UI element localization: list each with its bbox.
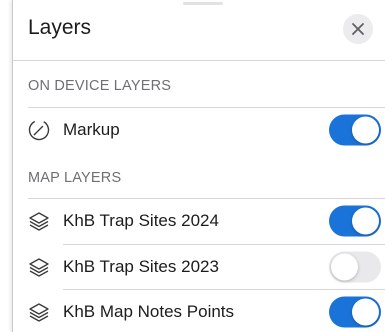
- layers-stack-icon: [29, 212, 49, 231]
- layer-toggle-markup[interactable]: [329, 114, 381, 146]
- layer-label: KhB Trap Sites 2024: [63, 211, 219, 230]
- layer-label: Markup: [63, 120, 120, 139]
- panel-header: Layers: [13, 0, 385, 60]
- layer-toggle-trap-sites-2023[interactable]: [329, 251, 381, 283]
- layers-stack-icon: [29, 303, 49, 322]
- divider: [13, 60, 385, 61]
- panel-title: Layers: [28, 16, 92, 39]
- layers-panel: Layers ON DEVICE LAYERS Markup MAP LAYER…: [12, 0, 385, 332]
- section-header-map: MAP LAYERS: [28, 170, 122, 186]
- close-button[interactable]: [343, 14, 373, 44]
- toggle-knob: [352, 298, 379, 326]
- toggle-knob: [331, 253, 358, 281]
- layer-row-markup[interactable]: Markup: [13, 108, 385, 152]
- layer-row-trap-sites-2024[interactable]: KhB Trap Sites 2024: [13, 199, 385, 243]
- layer-label: KhB Map Notes Points: [63, 302, 235, 321]
- toggle-knob: [352, 116, 379, 144]
- layer-label: KhB Trap Sites 2023: [63, 257, 219, 276]
- close-icon: [352, 23, 364, 35]
- layer-row-map-notes-points[interactable]: KhB Map Notes Points: [13, 290, 385, 332]
- layer-toggle-trap-sites-2024[interactable]: [329, 205, 381, 237]
- section-header-on-device: ON DEVICE LAYERS: [28, 78, 172, 94]
- markup-pen-circle-icon: [28, 119, 50, 141]
- layers-stack-icon: [29, 258, 49, 277]
- layer-toggle-map-notes-points[interactable]: [329, 296, 381, 328]
- toggle-knob: [352, 207, 379, 235]
- layer-row-trap-sites-2023[interactable]: KhB Trap Sites 2023: [13, 245, 385, 289]
